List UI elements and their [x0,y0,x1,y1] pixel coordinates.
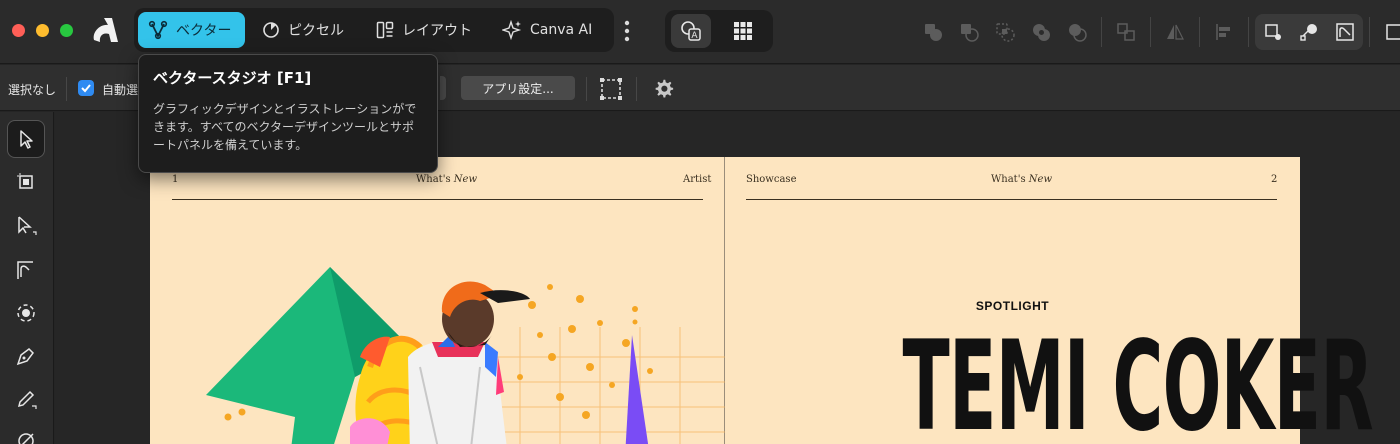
boolean-divide-icon[interactable] [1059,14,1095,50]
studio-pixel-label: ピクセル [288,23,344,39]
artboard-icon [17,173,33,189]
tools-panel [0,112,54,444]
right-header-rule [746,199,1277,200]
tooltip-body: グラフィックデザインとイラストレーションができます。すべてのベクターデザインツー… [153,102,417,152]
node-tool[interactable] [7,207,45,245]
studio-vector-label: ベクター [176,23,232,39]
boolean-intersect-icon[interactable] [987,14,1023,50]
snapping-icon[interactable] [1327,14,1363,50]
artist-name-headline[interactable]: TEMI COKER [903,325,1374,444]
auto-select-checkbox[interactable] [78,80,94,96]
shape-text-persona-icon: A [681,21,701,41]
brush-icon [18,433,34,444]
sparkle-icon [502,20,522,40]
left-page-number: 1 [172,174,179,185]
right-section-label: Showcase [746,174,797,185]
persona-grid-button[interactable] [723,14,763,48]
checkmark-icon [81,84,91,93]
left-section-label: Artist [683,174,712,185]
studio-layout-button[interactable]: レイアウト [366,12,496,48]
flip-horizontal-icon[interactable] [1157,14,1193,50]
boolean-subtract-icon[interactable] [951,14,987,50]
right-running-title: What's New [991,174,1053,185]
hidden-button-edge[interactable] [440,76,446,100]
affinity-logo-icon[interactable] [90,14,120,46]
studio-layout-label: レイアウト [402,23,472,39]
pixel-circle-icon [263,22,279,38]
corner-tool[interactable] [7,251,45,289]
artboard-tool[interactable] [7,163,45,201]
tooltip-title: ベクタースタジオ [F1] [153,69,312,87]
studio-canva-ai-label: Canva AI [530,22,593,38]
artist-collage-image[interactable] [180,217,725,444]
selection-box-icon[interactable] [600,78,622,100]
vector-pen-icon [148,20,168,40]
layout-columns-icon [376,21,394,39]
persona-switcher: A [665,10,773,52]
snapping-tools [1255,14,1363,50]
vector-studio-tooltip: ベクタースタジオ [F1] グラフィックデザインとイラストレーションができます。… [138,54,438,173]
studio-canva-ai-button[interactable]: Canva AI [492,12,610,48]
zoom-window-button[interactable] [60,24,73,37]
zoom-fit-icon[interactable] [1376,14,1400,50]
boolean-tools [915,14,1400,50]
page-spread[interactable]: 1 What's New Artist Showcase What's New … [150,157,1374,444]
gear-icon[interactable] [653,78,674,99]
studio-pixel-button[interactable]: ピクセル [252,12,362,48]
close-window-button[interactable] [12,24,25,37]
right-page-number: 2 [1271,174,1278,185]
studio-vector-button[interactable]: ベクター [138,12,245,48]
svg-text:A: A [691,31,698,41]
auto-select-label: 自動選 [102,83,139,97]
move-tool[interactable] [7,120,45,158]
pen-tool[interactable] [7,337,45,375]
pen-nib-icon [16,348,34,366]
spotlight-heading[interactable]: SPOTLIGHT [725,299,1300,313]
transform-origin-icon[interactable] [1255,14,1291,50]
combine-icon[interactable] [1108,14,1144,50]
brush-tool[interactable] [7,420,45,444]
persona-shape-text-button[interactable]: A [671,14,711,48]
more-options-icon[interactable] [620,18,634,44]
selection-status: 選択なし [8,83,57,97]
app-window: ベクター ピクセル レイアウト Canva AI A 選択なし 自動選 アプリ設… [0,0,1400,444]
app-settings-button[interactable]: アプリ設定... [461,76,575,100]
minimize-window-button[interactable] [36,24,49,37]
left-running-title: What's New [416,174,478,185]
corner-icon [17,261,33,279]
studio-switcher: ベクター ピクセル レイアウト Canva AI [134,8,614,52]
boolean-add-icon[interactable] [915,14,951,50]
node-arrow-icon [18,216,37,235]
pencil-icon [17,390,37,409]
align-left-icon[interactable] [1206,14,1242,50]
node-snap-icon[interactable] [1291,14,1327,50]
pointer-arrow-icon [20,130,33,149]
pencil-tool[interactable] [7,380,45,418]
shape-builder-tool[interactable] [7,294,45,332]
shape-builder-icon [17,304,35,322]
grid-persona-icon [734,22,752,40]
boolean-xor-icon[interactable] [1023,14,1059,50]
left-header-rule [172,199,703,200]
